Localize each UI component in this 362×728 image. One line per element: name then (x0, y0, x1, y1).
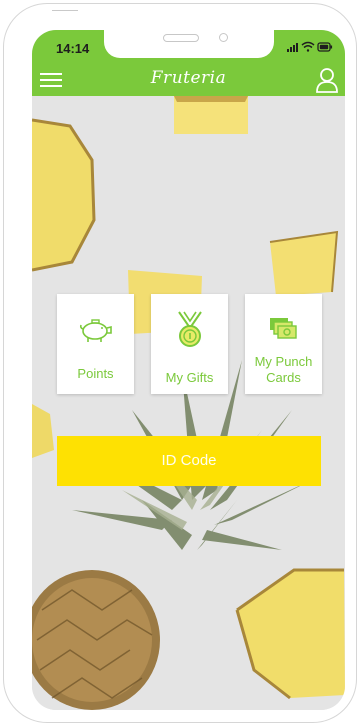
piggy-bank-icon (79, 319, 112, 342)
status-icons (287, 41, 333, 52)
phone-side-button (52, 10, 78, 11)
app-header: Fruteria (32, 64, 345, 96)
wifi-icon (301, 41, 315, 52)
status-time: 14:14 (56, 41, 90, 56)
status-bar: 14:14 (32, 30, 345, 64)
speaker-icon (163, 34, 199, 42)
id-code-button[interactable]: ID Code (57, 436, 321, 486)
my-gifts-label: My Gifts (165, 370, 214, 385)
points-label: Points (77, 366, 114, 381)
phone-frame: 14:14 Fruteria Points My Gifts My Punch … (3, 3, 357, 723)
app-screen: 14:14 Fruteria Points My Gifts My Punch … (32, 30, 345, 710)
camera-icon (219, 33, 228, 42)
app-logo: Fruteria (150, 68, 227, 88)
user-profile-icon[interactable] (315, 67, 339, 93)
points-tile[interactable]: Points (57, 294, 134, 394)
medal-icon (177, 311, 202, 347)
battery-icon (317, 42, 333, 52)
my-punch-cards-label: My Punch Cards (254, 354, 313, 385)
phone-notch (104, 30, 274, 58)
punch-cards-icon (269, 318, 297, 339)
my-gifts-tile[interactable]: My Gifts (151, 294, 228, 394)
my-punch-cards-tile[interactable]: My Punch Cards (245, 294, 322, 394)
signal-icon (287, 43, 298, 52)
